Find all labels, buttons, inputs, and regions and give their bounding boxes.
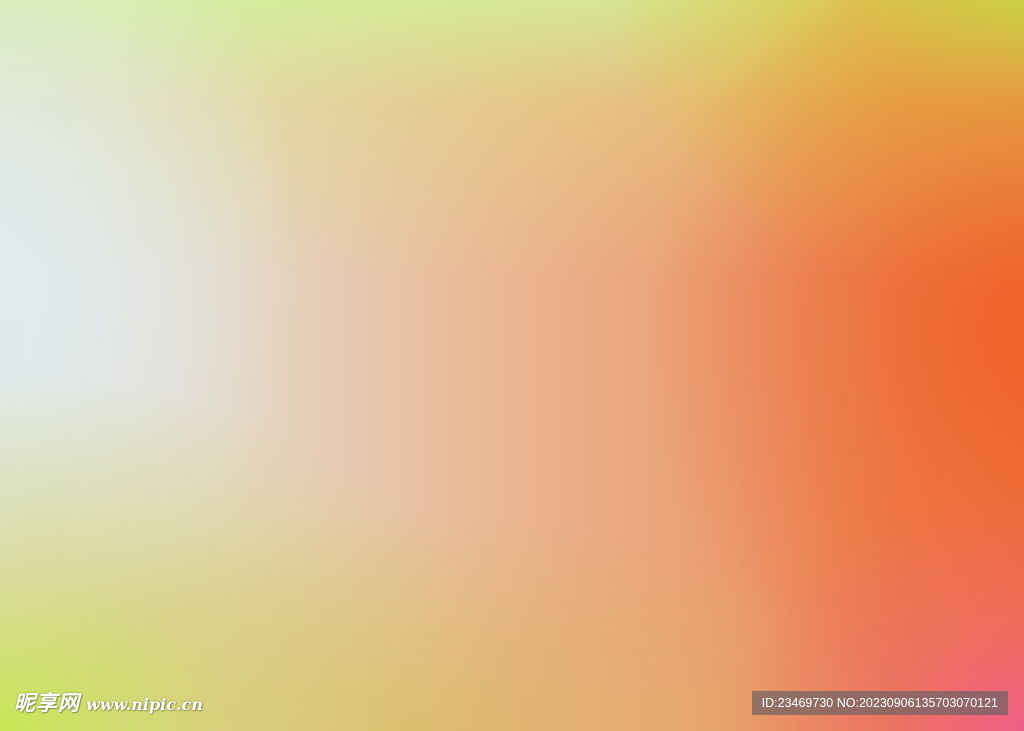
gradient-background: 昵享网 www.nipic.cn ID:23469730 NO:20230906…	[0, 0, 1024, 731]
watermark-brand: 昵享网	[14, 691, 80, 715]
watermark-logo: 昵享网 www.nipic.cn	[14, 687, 203, 717]
image-no-label: NO:20230906135703070121	[836, 696, 998, 710]
watermark-url: www.nipic.cn	[86, 695, 203, 714]
image-id-badge: ID:23469730 NO:20230906135703070121	[751, 691, 1008, 715]
image-id-label: ID:23469730	[761, 696, 834, 710]
gradient-layer-bottom-right	[0, 0, 1024, 731]
